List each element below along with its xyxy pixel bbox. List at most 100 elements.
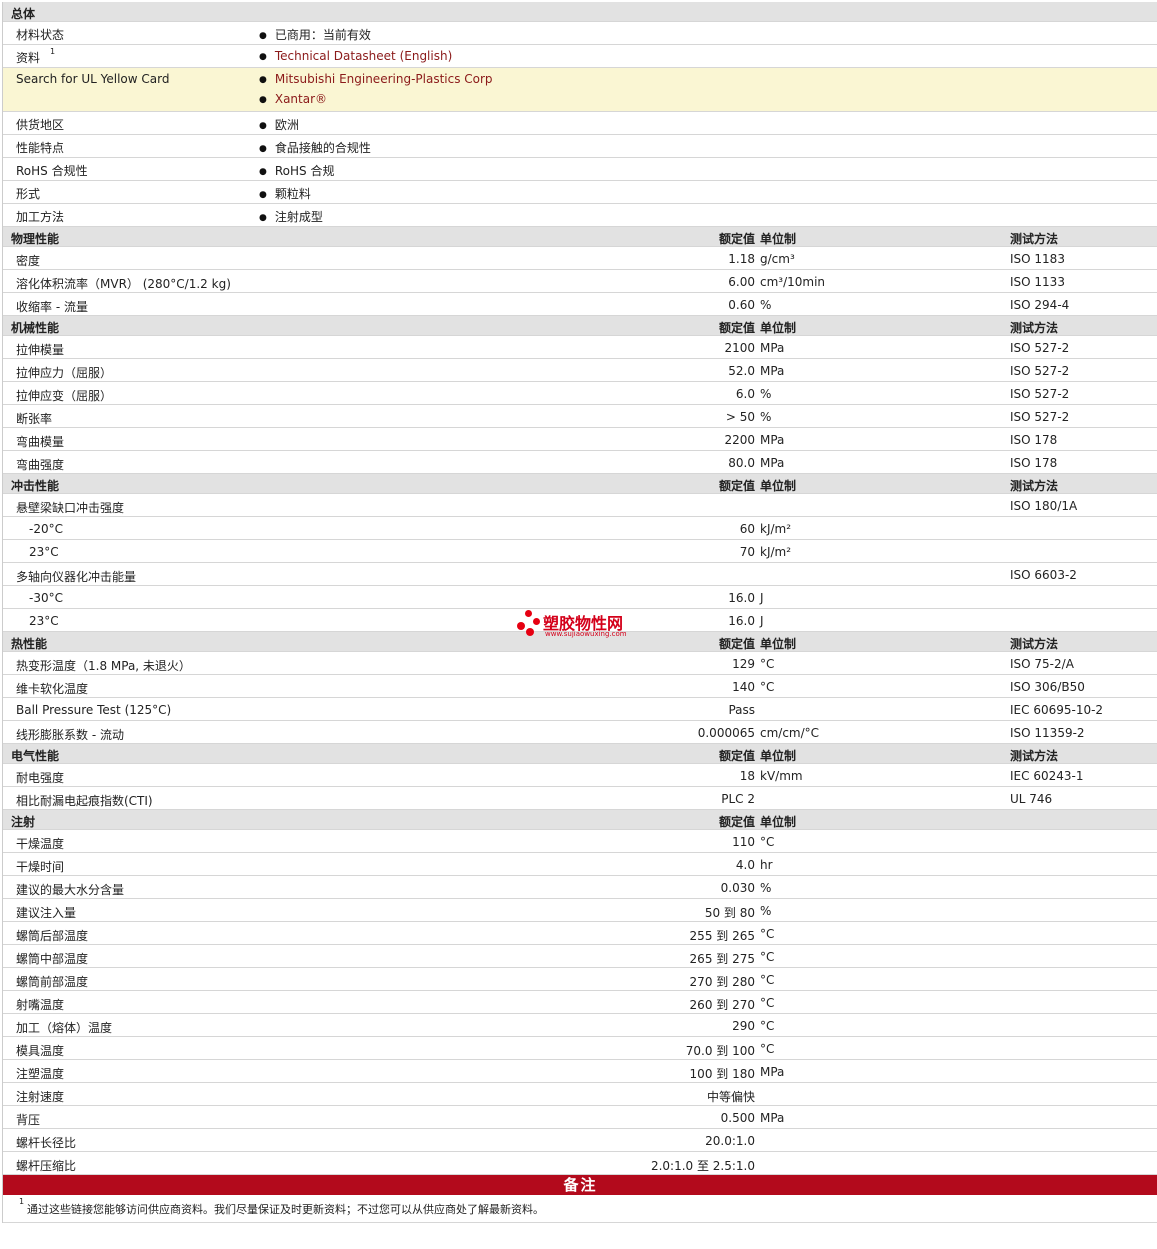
- property-label: 收缩率 - 流量: [16, 300, 88, 314]
- property-unit: %: [760, 881, 772, 895]
- test-method: ISO 75-2/A: [1010, 657, 1074, 671]
- column-header-value: 额定值: [718, 637, 755, 651]
- general-label: RoHS 合规性: [16, 164, 88, 178]
- property-row: 维卡软化温度 140 °C ISO 306/B50: [3, 675, 1157, 698]
- property-row: 干燥时间 4.0 hr: [3, 853, 1157, 876]
- property-value: 270 到 280: [689, 975, 755, 989]
- test-method: ISO 1133: [1010, 275, 1065, 289]
- property-value: 60: [739, 522, 755, 536]
- note-text: 通过这些链接您能够访问供应商资料。我们尽量保证及时更新资料；不过您可以从供应商处…: [27, 1203, 544, 1216]
- general-row: 资料 1 Technical Datasheet (English): [3, 45, 1157, 68]
- property-label: 耐电强度: [16, 771, 65, 785]
- property-row: 断张率 > 50% ISO 527-2: [3, 405, 1157, 428]
- general-row: 形式 颗粒料: [3, 181, 1157, 204]
- property-row: Ball Pressure Test (125°C) Pass IEC 60695-…: [3, 698, 1157, 721]
- property-unit: hr: [760, 858, 773, 872]
- section-header: 冲击性能 额定值 单位制 测试方法: [3, 474, 1157, 494]
- test-method: IEC 60243-1: [1010, 769, 1084, 783]
- logo-dot-icon: [517, 622, 525, 630]
- general-row: 加工方法 注射成型: [3, 204, 1157, 227]
- general-label: 资料: [16, 51, 41, 65]
- property-unit: MPa: [760, 456, 785, 470]
- property-unit: °C: [760, 996, 775, 1010]
- notes-header: 备注: [3, 1175, 1157, 1195]
- property-unit: kJ/m²: [760, 522, 792, 536]
- property-unit: cm³/10min: [760, 275, 826, 289]
- property-row: 多轴向仪器化冲击能量 ISO 6603-2: [3, 563, 1157, 586]
- column-header-value: 额定值: [718, 479, 755, 493]
- property-value: 129: [732, 657, 755, 671]
- property-value: 0.500: [720, 1111, 755, 1125]
- property-label: 弯曲强度: [16, 458, 65, 472]
- property-unit: cm/cm/°C: [760, 726, 820, 740]
- property-row: 模具温度 70.0 到 100 °C: [3, 1037, 1157, 1060]
- property-label: -20°C: [29, 522, 63, 536]
- property-unit: g/cm³: [760, 252, 795, 266]
- property-label: 溶化体积流率（MVR） (280°C/1.2 kg): [16, 277, 231, 291]
- property-value: 80.0: [728, 456, 755, 470]
- property-value: 中等偏快: [706, 1090, 755, 1104]
- column-header-value: 额定值: [718, 232, 755, 246]
- test-method: ISO 11359-2: [1010, 726, 1085, 740]
- property-unit: MPa: [760, 433, 785, 447]
- property-row: 干燥温度 110 °C: [3, 830, 1157, 853]
- supplier-link[interactable]: Mitsubishi Engineering-Plastics Corp: [259, 72, 493, 86]
- property-row: 收缩率 - 流量 0.60% ISO 294-4: [3, 293, 1157, 316]
- section-header: 电气性能 额定值 单位制 测试方法: [3, 744, 1157, 764]
- property-value: 2200: [724, 433, 755, 447]
- property-value: 265 到 275: [689, 952, 755, 966]
- column-header-unit: 单位制: [760, 232, 797, 246]
- section-title: 热性能: [11, 637, 48, 651]
- property-value: 6.00: [728, 275, 755, 289]
- general-label: 材料状态: [16, 28, 65, 42]
- property-row: 注射速度 中等偏快: [3, 1083, 1157, 1106]
- property-row: 拉伸应力（屈服） 52.0 MPa ISO 527-2: [3, 359, 1157, 382]
- test-method: ISO 180/1A: [1010, 499, 1078, 513]
- watermark-url: www.sujiaowuxing.com: [545, 630, 627, 638]
- supplier-link[interactable]: Xantar®: [259, 92, 327, 106]
- property-label: 维卡软化温度: [16, 682, 89, 696]
- property-label: 螺杆长径比: [16, 1136, 77, 1150]
- supplier-link[interactable]: Technical Datasheet (English): [259, 49, 452, 63]
- property-label: 螺筒后部温度: [16, 929, 89, 943]
- property-value: 70.0 到 100: [685, 1044, 755, 1058]
- property-unit: MPa: [760, 1111, 785, 1125]
- property-value: 6.0: [735, 387, 755, 401]
- property-value: 0.000065: [697, 726, 755, 740]
- property-value: 0.60: [728, 298, 755, 312]
- property-unit: %: [760, 904, 772, 918]
- property-row: 密度 1.18 g/cm³ ISO 1183: [3, 247, 1157, 270]
- property-unit: MPa: [760, 341, 785, 355]
- column-header-method: 测试方法: [1010, 637, 1059, 651]
- section-header: 注射 额定值 单位制: [3, 810, 1157, 830]
- property-unit: °C: [760, 680, 775, 694]
- column-header-value: 额定值: [718, 749, 755, 763]
- general-value: RoHS 合规: [259, 162, 335, 179]
- property-label: 悬壁梁缺口冲击强度: [16, 501, 125, 515]
- column-header-method: 测试方法: [1010, 232, 1059, 246]
- section-title: 机械性能: [11, 321, 60, 335]
- test-method: ISO 527-2: [1010, 410, 1070, 424]
- column-header-unit: 单位制: [760, 321, 797, 335]
- column-header-unit: 单位制: [760, 637, 797, 651]
- general-row: Search for UL Yellow Card Mitsubishi Engi…: [3, 68, 1157, 112]
- general-label: Search for UL Yellow Card: [16, 72, 170, 86]
- property-row: 线形膨胀系数 - 流动 0.000065 cm/cm/°C ISO 11359-2: [3, 721, 1157, 744]
- column-header-unit: 单位制: [760, 749, 797, 763]
- property-label: 注射速度: [16, 1090, 65, 1104]
- property-row: 螺杆长径比 20.0:1.0: [3, 1129, 1157, 1152]
- property-label: 弯曲模量: [16, 435, 65, 449]
- test-method: IEC 60695-10-2: [1010, 703, 1104, 717]
- property-unit: kV/mm: [760, 769, 803, 783]
- test-method: ISO 6603-2: [1010, 568, 1077, 582]
- property-row: 溶化体积流率（MVR） (280°C/1.2 kg) 6.00 cm³/10min I…: [3, 270, 1157, 293]
- test-method: ISO 1183: [1010, 252, 1065, 266]
- column-header-value: 额定值: [718, 815, 755, 829]
- property-label: 23°C: [29, 614, 59, 628]
- property-row: 射嘴温度 260 到 270 °C: [3, 991, 1157, 1014]
- property-label: 加工（熔体）温度: [16, 1021, 113, 1035]
- property-label: 热变形温度（1.8 MPa, 未退火）: [16, 659, 191, 673]
- test-method: ISO 178: [1010, 456, 1058, 470]
- section-title: 注射: [11, 815, 36, 829]
- property-value: 2.0:1.0 至 2.5:1.0: [650, 1159, 755, 1173]
